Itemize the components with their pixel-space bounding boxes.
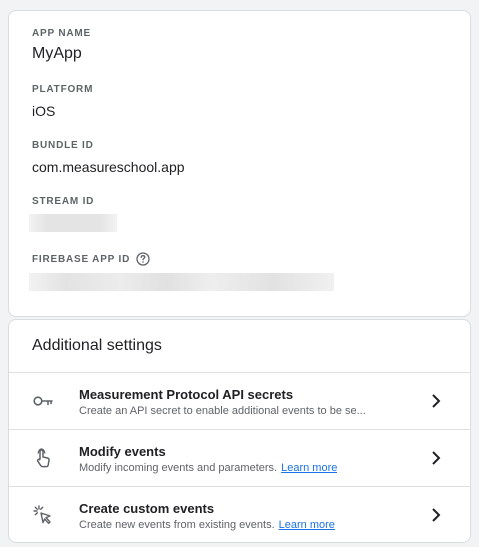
app-name-label: APP NAME [32, 28, 92, 39]
stream-id-redacted [29, 214, 117, 232]
bundle-id-field: BUNDLE ID com.measureschool.app [32, 140, 185, 175]
learn-more-link[interactable]: Learn more [279, 519, 335, 531]
learn-more-link[interactable]: Learn more [281, 462, 337, 474]
row-description: Create new events from existing events. L… [79, 519, 335, 531]
stream-id-label: STREAM ID [32, 196, 95, 207]
help-icon[interactable] [136, 252, 150, 266]
row-title: Measurement Protocol API secrets [79, 387, 294, 402]
create-custom-events-row[interactable]: Create custom events Create new events f… [9, 487, 470, 542]
bundle-id-value: com.measureschool.app [32, 159, 185, 175]
firebase-app-id-redacted [29, 273, 334, 291]
platform-field: PLATFORM iOS [32, 84, 93, 119]
platform-label: PLATFORM [32, 84, 94, 95]
bundle-id-label: BUNDLE ID [32, 140, 94, 151]
chevron-right-icon [428, 505, 444, 525]
row-description: Create an API secret to enable additiona… [79, 405, 366, 417]
app-name-field: APP NAME MyApp [32, 28, 91, 63]
stream-id-field: STREAM ID [32, 196, 94, 207]
key-icon [31, 389, 55, 413]
chevron-right-icon [428, 448, 444, 468]
sparkle-cursor-icon [31, 503, 55, 527]
platform-value: iOS [32, 103, 56, 119]
row-title: Modify events [79, 444, 166, 459]
row-description: Modify incoming events and parameters. Le… [79, 462, 337, 474]
measurement-protocol-row[interactable]: Measurement Protocol API secrets Create … [9, 373, 470, 429]
additional-settings-card: Additional settings Measurement Protocol… [8, 319, 471, 543]
touch-icon [31, 446, 55, 470]
firebase-app-id-label: FIREBASE APP ID [32, 253, 131, 265]
row-title: Create custom events [79, 501, 215, 516]
row-description-text: Modify incoming events and parameters. [79, 462, 278, 474]
chevron-right-icon [428, 391, 444, 411]
stream-details-card: APP NAME MyApp PLATFORM iOS BUNDLE ID co… [8, 10, 471, 317]
firebase-app-id-field: FIREBASE APP ID [32, 252, 150, 266]
modify-events-row[interactable]: Modify events Modify incoming events and… [9, 430, 470, 486]
row-description-text: Create new events from existing events. [79, 519, 275, 531]
app-name-value: MyApp [32, 45, 82, 62]
additional-settings-title: Additional settings [32, 337, 162, 354]
